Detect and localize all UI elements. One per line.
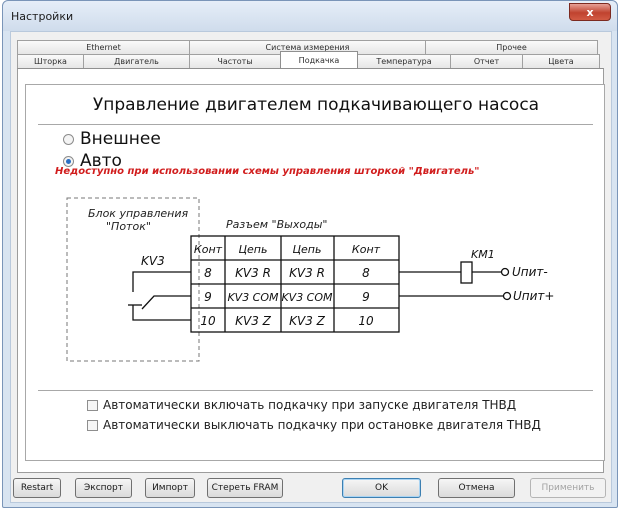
table-cell: KV3 Z (235, 314, 272, 328)
block-label-2: "Поток" (106, 220, 151, 233)
tab-engine[interactable]: Двигатель (83, 54, 190, 68)
tab-shutter[interactable]: Шторка (17, 54, 84, 68)
pump-control-group: Управление двигателем подкачивающего нас… (25, 84, 605, 461)
radio-auto[interactable] (63, 155, 74, 167)
radio-external-label: Внешнее (80, 129, 161, 149)
dialog-client-area: Ethernet Система измерения Прочее Шторка… (10, 31, 612, 503)
tab-pumping[interactable]: Подкачка (280, 51, 358, 68)
title-bar[interactable]: Настройки x (3, 1, 617, 31)
table-header-cell: Конт (352, 243, 381, 256)
radio-selected-dot (66, 158, 71, 164)
block-label-1: Блок управления (88, 207, 188, 220)
auto-off-row[interactable]: Автоматически выключать подкачку при ост… (87, 418, 541, 432)
radio-external[interactable] (63, 133, 74, 145)
tab-report[interactable]: Отчет (450, 54, 523, 68)
warning-text: Недоступно при использовании схемы управ… (55, 166, 480, 177)
tab-colors[interactable]: Цвета (522, 54, 600, 68)
supply-plus-label: Uпит+ (513, 289, 554, 303)
tab-temperature[interactable]: Температура (357, 54, 451, 68)
radio-external-row[interactable]: Внешнее (63, 129, 161, 149)
auto-on-label: Автоматически включать подкачку при запу… (103, 398, 517, 412)
output-wiring (399, 261, 512, 301)
table-cell: 10 (358, 314, 374, 328)
settings-window: Настройки x Ethernet Система измерения П… (2, 0, 618, 508)
group-heading: Управление двигателем подкачивающего нас… (92, 95, 540, 115)
table-cell: 9 (362, 290, 370, 304)
table-cell: KV3 COM (281, 291, 333, 304)
restart-button[interactable]: Restart (13, 478, 61, 498)
checkbox-divider (38, 390, 593, 391)
cancel-button[interactable]: Отмена (438, 478, 515, 498)
export-button[interactable]: Экспорт (75, 478, 132, 498)
table-cell: KV3 Z (289, 314, 326, 328)
erase-fram-button[interactable]: Стереть FRAM (207, 478, 283, 498)
table-cell: KV3 COM (227, 291, 279, 304)
window-title: Настройки (11, 10, 74, 23)
ok-button[interactable]: OK (342, 478, 421, 498)
tab-ethernet[interactable]: Ethernet (17, 40, 190, 54)
relay-label: KV3 (141, 254, 165, 268)
table-cell: 10 (200, 314, 216, 328)
table-header-cell: Цепь (239, 243, 268, 256)
close-icon: x (586, 5, 594, 19)
table-header-cell: Цепь (293, 243, 322, 256)
coil-label: KM1 (471, 248, 495, 261)
tab-other[interactable]: Прочее (425, 40, 598, 54)
table-cell: 8 (362, 266, 370, 280)
auto-off-label: Автоматически выключать подкачку при ост… (103, 418, 541, 432)
tab-frequencies[interactable]: Частоты (189, 54, 281, 68)
supply-minus-label: Uпит- (512, 265, 548, 279)
close-button[interactable]: x (569, 3, 611, 21)
auto-on-row[interactable]: Автоматически включать подкачку при запу… (87, 398, 516, 412)
tab-row-bottom: Шторка Двигатель Частоты Подкачка Темпер… (17, 51, 600, 68)
auto-on-checkbox[interactable] (87, 399, 98, 411)
heading-divider (38, 124, 593, 125)
connector-label: Разъем "Выходы" (226, 218, 327, 231)
import-button[interactable]: Импорт (145, 478, 195, 498)
table-cell: KV3 R (235, 266, 271, 280)
table-cell: 9 (204, 290, 212, 304)
relay-contacts (128, 271, 191, 321)
auto-off-checkbox[interactable] (87, 419, 98, 431)
table-cell: 8 (204, 266, 212, 280)
table-header-cell: Конт (194, 243, 223, 256)
table-cell: KV3 R (289, 266, 325, 280)
apply-button[interactable]: Применить (530, 478, 606, 498)
